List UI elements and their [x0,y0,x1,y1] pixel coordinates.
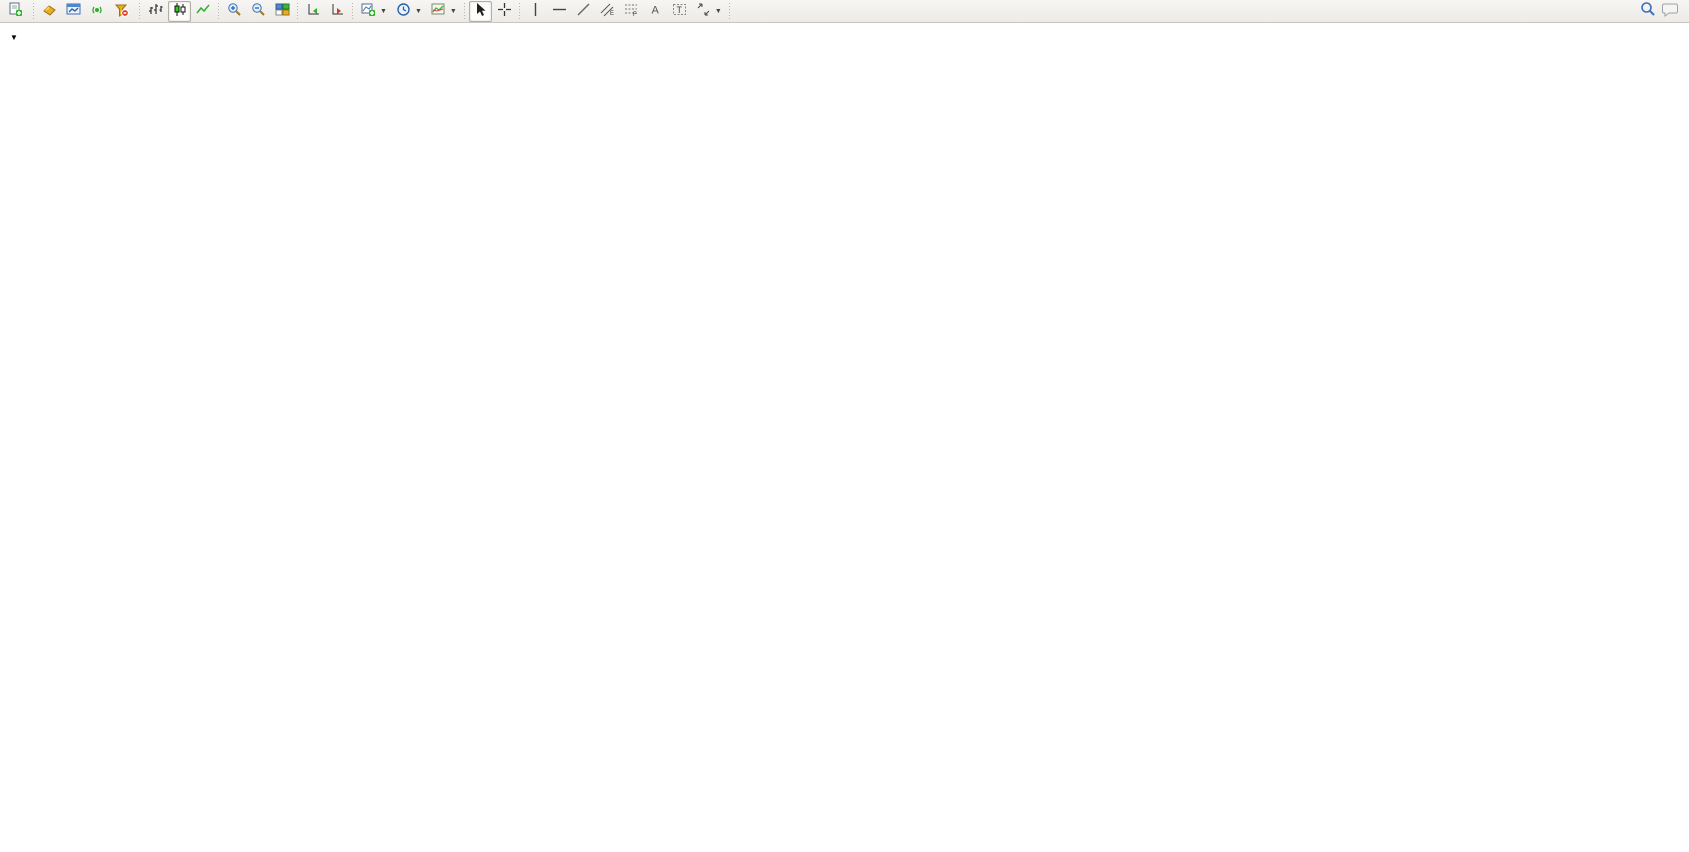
toolbar-separator [517,2,523,20]
autotrading-icon [114,2,129,20]
cursor-icon [473,2,488,20]
toolbar-right-group [1640,1,1685,22]
tile-windows-icon [275,2,290,20]
chart-shift-icon [330,2,345,20]
add-indicator-icon [361,2,376,20]
candlestick-mode-button[interactable] [168,1,191,22]
signals-button[interactable] [86,1,109,22]
new-order-icon [8,2,23,20]
new-chart-button[interactable] [62,1,85,22]
chevron-down-icon: ▼ [415,8,422,15]
chevron-down-icon: ▼ [715,8,722,15]
toolbar-separator [216,2,222,20]
trendline-tool-button[interactable] [572,1,595,22]
text-tool-button[interactable]: A [644,1,667,22]
fibonacci-tool-button[interactable]: F [620,1,643,22]
chart-canvas[interactable] [0,0,1689,852]
trendline-icon [576,2,591,20]
main-toolbar: ▼ ▼ ▼ E F A T ▼ [0,0,1689,23]
tile-windows-button[interactable] [271,1,294,22]
toolbar-separator [350,2,356,20]
bar-chart-icon [148,2,163,20]
zoom-in-icon [227,2,242,20]
chart-shift-button[interactable] [326,1,349,22]
toolbar-separator [137,2,143,20]
symbols-icon [42,2,57,20]
add-indicator-button[interactable]: ▼ [357,1,391,22]
mt4-terminal: { "toolbar": { "new_order_label": "新订单",… [0,0,1689,852]
auto-scroll-icon [306,2,321,20]
search-icon[interactable] [1640,1,1656,22]
vertical-line-tool-button[interactable] [524,1,547,22]
template-icon [431,2,446,20]
zoom-out-button[interactable] [247,1,270,22]
clock-icon [396,2,411,20]
signals-icon [90,2,105,20]
chart-menu-icon[interactable]: ▼ [10,33,18,42]
line-chart-mode-button[interactable] [192,1,215,22]
chat-bubble-icon [1662,4,1679,21]
svg-text:F: F [633,12,637,17]
crosshair-tool-button[interactable] [493,1,516,22]
toolbar-separator [31,2,37,20]
horizontal-line-tool-button[interactable] [548,1,571,22]
arrows-tool-button[interactable]: ▼ [692,1,726,22]
cursor-tool-button[interactable] [469,1,492,22]
text-label-tool-button[interactable]: T [668,1,691,22]
candlestick-icon [172,2,187,20]
templates-button[interactable]: ▼ [427,1,461,22]
notifications-button[interactable] [1662,1,1679,22]
horizontal-line-icon [552,2,567,20]
channel-tool-button[interactable]: E [596,1,619,22]
svg-text:T: T [676,5,682,15]
new-chart-icon [66,2,81,20]
text-icon: A [648,2,663,20]
autotrading-button[interactable] [110,1,136,22]
bar-chart-mode-button[interactable] [144,1,167,22]
arrows-icon [696,2,711,20]
vertical-line-icon [528,2,543,20]
equidistant-channel-icon: E [600,2,615,20]
line-chart-icon [196,2,211,20]
text-label-icon: T [672,2,687,20]
toolbar-separator [295,2,301,20]
fibonacci-icon: F [624,2,639,20]
new-order-button[interactable] [4,1,30,22]
svg-text:E: E [610,11,614,17]
toolbar-separator [462,2,468,20]
chevron-down-icon: ▼ [380,8,387,15]
periods-button[interactable]: ▼ [392,1,426,22]
symbols-button[interactable] [38,1,61,22]
auto-scroll-button[interactable] [302,1,325,22]
toolbar-separator [727,2,733,20]
chevron-down-icon: ▼ [450,8,457,15]
svg-text:A: A [651,5,659,17]
zoom-out-icon [251,2,266,20]
chart-window-title: ▼ [10,29,22,43]
zoom-in-button[interactable] [223,1,246,22]
crosshair-icon [497,2,512,20]
